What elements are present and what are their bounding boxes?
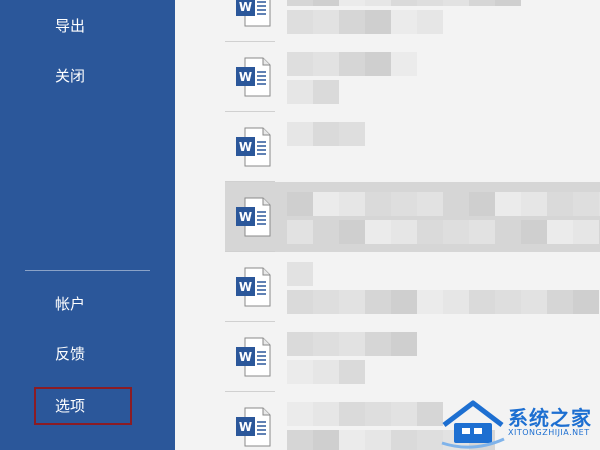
file-path-obscured — [287, 220, 599, 244]
watermark-title: 系统之家 — [508, 406, 592, 430]
svg-text:W: W — [239, 280, 252, 294]
svg-text:W: W — [239, 140, 252, 154]
word-document-icon: W — [236, 57, 271, 97]
recent-file-item[interactable]: W — [225, 182, 600, 252]
nav-item-account[interactable]: 帐户 — [0, 284, 175, 324]
svg-text:W: W — [239, 70, 252, 84]
word-backstage-view: 导出 关闭 帐户 反馈 选项 W W W W W W W 系统之家 XITONGZHIJIA… — [0, 0, 600, 450]
file-path-obscured — [287, 80, 339, 104]
word-document-icon: W — [236, 0, 271, 27]
word-document-icon: W — [236, 337, 271, 377]
nav-item-close[interactable]: 关闭 — [0, 56, 175, 96]
file-path-obscured — [287, 360, 365, 384]
svg-text:W: W — [239, 210, 252, 224]
site-watermark-logo: 系统之家 XITONGZHIJIA.NET — [440, 395, 600, 450]
recent-file-item[interactable]: W — [225, 252, 600, 322]
file-name-obscured — [287, 402, 443, 426]
recent-file-list: W W W W W W W — [175, 0, 600, 450]
file-name-obscured — [287, 52, 417, 76]
svg-text:W: W — [239, 420, 252, 434]
svg-text:W: W — [239, 0, 252, 14]
house-logo-icon — [441, 400, 505, 449]
svg-text:W: W — [239, 350, 252, 364]
nav-item-export[interactable]: 导出 — [0, 6, 175, 46]
file-name-obscured — [287, 122, 365, 146]
recent-file-item[interactable]: W — [225, 0, 600, 42]
word-document-icon: W — [236, 127, 271, 167]
sidebar-divider — [25, 270, 150, 271]
file-name-obscured — [287, 0, 521, 6]
file-name-obscured — [287, 262, 313, 286]
file-name-obscured — [287, 332, 417, 356]
file-path-obscured — [287, 10, 443, 34]
backstage-sidebar: 导出 关闭 帐户 反馈 选项 — [0, 0, 175, 450]
nav-item-feedback[interactable]: 反馈 — [0, 334, 175, 374]
nav-item-options[interactable]: 选项 — [0, 386, 175, 426]
word-document-icon: W — [236, 267, 271, 307]
word-document-icon: W — [236, 407, 271, 447]
watermark-subtitle: XITONGZHIJIA.NET — [508, 428, 590, 437]
file-path-obscured — [287, 290, 599, 314]
recent-file-item[interactable]: W — [225, 112, 600, 182]
word-document-icon: W — [236, 197, 271, 237]
recent-file-item[interactable]: W — [225, 322, 600, 392]
recent-file-item[interactable]: W — [225, 42, 600, 112]
file-name-obscured — [287, 192, 600, 216]
